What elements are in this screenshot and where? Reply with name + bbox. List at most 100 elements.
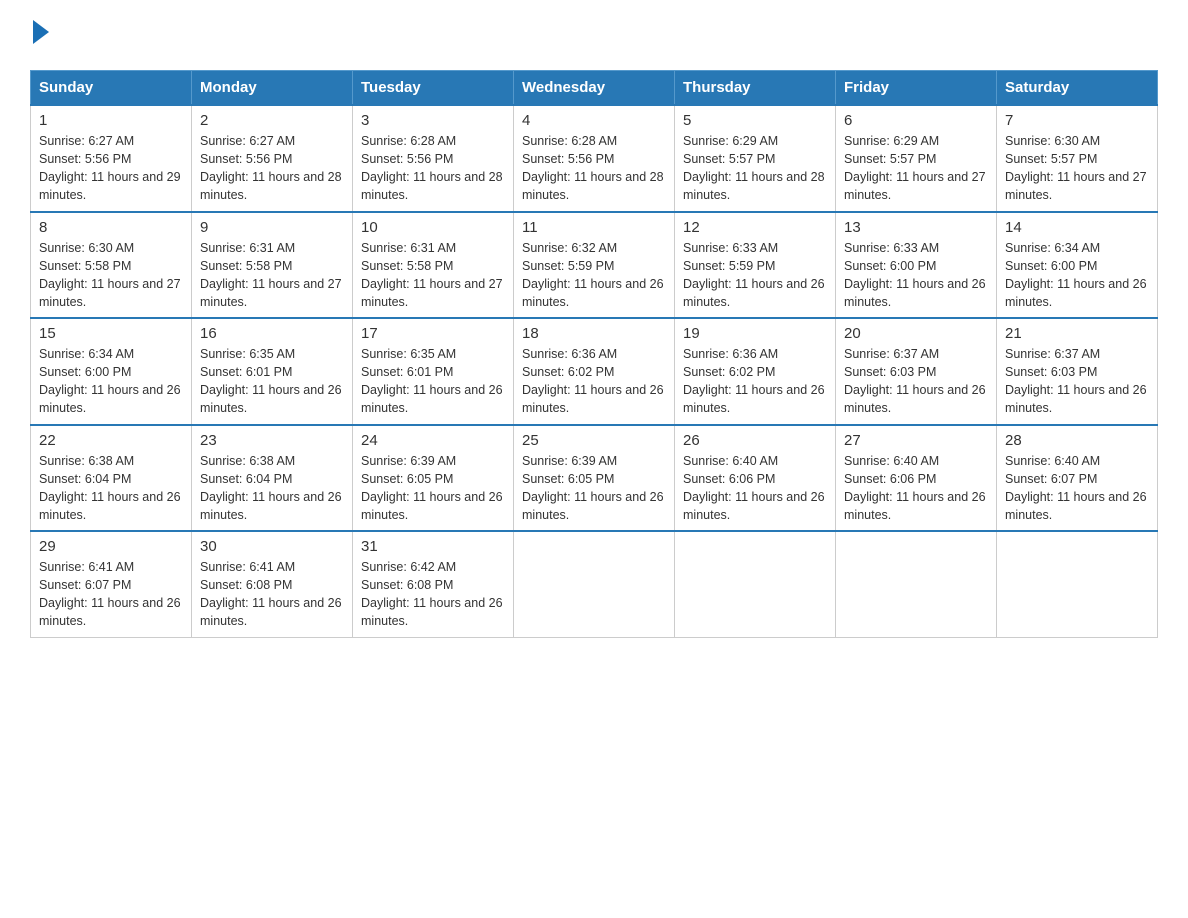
- day-number: 16: [200, 325, 344, 342]
- day-info: Sunrise: 6:39 AM Sunset: 6:05 PM Dayligh…: [361, 452, 505, 525]
- daylight-label: Daylight: 11 hours and 27 minutes.: [200, 277, 342, 309]
- day-header-monday: Monday: [192, 71, 353, 106]
- sunset-label: Sunset: 5:57 PM: [1005, 152, 1097, 166]
- sunrise-label: Sunrise: 6:30 AM: [39, 241, 134, 255]
- daylight-label: Daylight: 11 hours and 26 minutes.: [361, 596, 503, 628]
- sunrise-label: Sunrise: 6:31 AM: [200, 241, 295, 255]
- calendar-cell: 8 Sunrise: 6:30 AM Sunset: 5:58 PM Dayli…: [31, 212, 192, 319]
- sunrise-label: Sunrise: 6:28 AM: [522, 134, 617, 148]
- day-number: 30: [200, 538, 344, 555]
- sunrise-label: Sunrise: 6:41 AM: [200, 560, 295, 574]
- day-info: Sunrise: 6:30 AM Sunset: 5:57 PM Dayligh…: [1005, 132, 1149, 205]
- day-info: Sunrise: 6:27 AM Sunset: 5:56 PM Dayligh…: [39, 132, 183, 205]
- daylight-label: Daylight: 11 hours and 26 minutes.: [1005, 383, 1147, 415]
- day-info: Sunrise: 6:30 AM Sunset: 5:58 PM Dayligh…: [39, 239, 183, 312]
- day-number: 27: [844, 432, 988, 449]
- daylight-label: Daylight: 11 hours and 27 minutes.: [844, 170, 986, 202]
- sunrise-label: Sunrise: 6:36 AM: [683, 347, 778, 361]
- day-info: Sunrise: 6:33 AM Sunset: 5:59 PM Dayligh…: [683, 239, 827, 312]
- day-header-sunday: Sunday: [31, 71, 192, 106]
- day-info: Sunrise: 6:40 AM Sunset: 6:06 PM Dayligh…: [844, 452, 988, 525]
- daylight-label: Daylight: 11 hours and 26 minutes.: [844, 277, 986, 309]
- calendar-cell: 4 Sunrise: 6:28 AM Sunset: 5:56 PM Dayli…: [514, 105, 675, 212]
- day-number: 25: [522, 432, 666, 449]
- day-info: Sunrise: 6:28 AM Sunset: 5:56 PM Dayligh…: [361, 132, 505, 205]
- logo-arrow-icon: [33, 20, 49, 44]
- calendar-cell: 17 Sunrise: 6:35 AM Sunset: 6:01 PM Dayl…: [353, 318, 514, 425]
- sunset-label: Sunset: 5:57 PM: [844, 152, 936, 166]
- day-number: 5: [683, 112, 827, 129]
- daylight-label: Daylight: 11 hours and 26 minutes.: [1005, 277, 1147, 309]
- sunrise-label: Sunrise: 6:29 AM: [683, 134, 778, 148]
- day-info: Sunrise: 6:38 AM Sunset: 6:04 PM Dayligh…: [39, 452, 183, 525]
- calendar-cell: 20 Sunrise: 6:37 AM Sunset: 6:03 PM Dayl…: [836, 318, 997, 425]
- daylight-label: Daylight: 11 hours and 28 minutes.: [361, 170, 503, 202]
- day-info: Sunrise: 6:40 AM Sunset: 6:07 PM Dayligh…: [1005, 452, 1149, 525]
- calendar-cell: 21 Sunrise: 6:37 AM Sunset: 6:03 PM Dayl…: [997, 318, 1158, 425]
- sunset-label: Sunset: 6:04 PM: [39, 472, 131, 486]
- day-info: Sunrise: 6:31 AM Sunset: 5:58 PM Dayligh…: [361, 239, 505, 312]
- calendar-week-row: 15 Sunrise: 6:34 AM Sunset: 6:00 PM Dayl…: [31, 318, 1158, 425]
- calendar-week-row: 8 Sunrise: 6:30 AM Sunset: 5:58 PM Dayli…: [31, 212, 1158, 319]
- sunset-label: Sunset: 5:58 PM: [361, 259, 453, 273]
- daylight-label: Daylight: 11 hours and 27 minutes.: [39, 277, 181, 309]
- sunrise-label: Sunrise: 6:40 AM: [844, 454, 939, 468]
- sunset-label: Sunset: 5:59 PM: [683, 259, 775, 273]
- daylight-label: Daylight: 11 hours and 26 minutes.: [39, 596, 181, 628]
- daylight-label: Daylight: 11 hours and 26 minutes.: [361, 490, 503, 522]
- day-number: 6: [844, 112, 988, 129]
- daylight-label: Daylight: 11 hours and 26 minutes.: [522, 490, 664, 522]
- day-number: 14: [1005, 219, 1149, 236]
- sunset-label: Sunset: 6:01 PM: [200, 365, 292, 379]
- day-number: 20: [844, 325, 988, 342]
- calendar-cell: 15 Sunrise: 6:34 AM Sunset: 6:00 PM Dayl…: [31, 318, 192, 425]
- sunrise-label: Sunrise: 6:32 AM: [522, 241, 617, 255]
- day-number: 10: [361, 219, 505, 236]
- calendar-cell: 13 Sunrise: 6:33 AM Sunset: 6:00 PM Dayl…: [836, 212, 997, 319]
- sunset-label: Sunset: 6:04 PM: [200, 472, 292, 486]
- calendar-cell: 1 Sunrise: 6:27 AM Sunset: 5:56 PM Dayli…: [31, 105, 192, 212]
- sunset-label: Sunset: 5:57 PM: [683, 152, 775, 166]
- day-number: 31: [361, 538, 505, 555]
- day-number: 21: [1005, 325, 1149, 342]
- day-number: 19: [683, 325, 827, 342]
- day-info: Sunrise: 6:27 AM Sunset: 5:56 PM Dayligh…: [200, 132, 344, 205]
- day-header-friday: Friday: [836, 71, 997, 106]
- day-info: Sunrise: 6:42 AM Sunset: 6:08 PM Dayligh…: [361, 558, 505, 631]
- calendar-cell: 26 Sunrise: 6:40 AM Sunset: 6:06 PM Dayl…: [675, 425, 836, 532]
- calendar-cell: 24 Sunrise: 6:39 AM Sunset: 6:05 PM Dayl…: [353, 425, 514, 532]
- sunset-label: Sunset: 6:02 PM: [683, 365, 775, 379]
- day-number: 11: [522, 219, 666, 236]
- daylight-label: Daylight: 11 hours and 26 minutes.: [683, 490, 825, 522]
- day-number: 7: [1005, 112, 1149, 129]
- calendar-table: SundayMondayTuesdayWednesdayThursdayFrid…: [30, 70, 1158, 638]
- sunset-label: Sunset: 6:06 PM: [683, 472, 775, 486]
- sunrise-label: Sunrise: 6:33 AM: [683, 241, 778, 255]
- calendar-week-row: 1 Sunrise: 6:27 AM Sunset: 5:56 PM Dayli…: [31, 105, 1158, 212]
- calendar-cell: 23 Sunrise: 6:38 AM Sunset: 6:04 PM Dayl…: [192, 425, 353, 532]
- day-header-saturday: Saturday: [997, 71, 1158, 106]
- logo: [30, 20, 49, 50]
- calendar-cell: 14 Sunrise: 6:34 AM Sunset: 6:00 PM Dayl…: [997, 212, 1158, 319]
- daylight-label: Daylight: 11 hours and 26 minutes.: [683, 383, 825, 415]
- day-info: Sunrise: 6:33 AM Sunset: 6:00 PM Dayligh…: [844, 239, 988, 312]
- calendar-cell: [836, 531, 997, 637]
- sunset-label: Sunset: 5:56 PM: [361, 152, 453, 166]
- calendar-cell: 28 Sunrise: 6:40 AM Sunset: 6:07 PM Dayl…: [997, 425, 1158, 532]
- sunrise-label: Sunrise: 6:34 AM: [39, 347, 134, 361]
- day-info: Sunrise: 6:41 AM Sunset: 6:08 PM Dayligh…: [200, 558, 344, 631]
- day-number: 28: [1005, 432, 1149, 449]
- sunset-label: Sunset: 6:06 PM: [844, 472, 936, 486]
- sunrise-label: Sunrise: 6:39 AM: [522, 454, 617, 468]
- daylight-label: Daylight: 11 hours and 27 minutes.: [1005, 170, 1147, 202]
- sunset-label: Sunset: 6:01 PM: [361, 365, 453, 379]
- daylight-label: Daylight: 11 hours and 26 minutes.: [1005, 490, 1147, 522]
- daylight-label: Daylight: 11 hours and 26 minutes.: [683, 277, 825, 309]
- day-number: 1: [39, 112, 183, 129]
- sunrise-label: Sunrise: 6:37 AM: [844, 347, 939, 361]
- day-info: Sunrise: 6:28 AM Sunset: 5:56 PM Dayligh…: [522, 132, 666, 205]
- calendar-cell: 2 Sunrise: 6:27 AM Sunset: 5:56 PM Dayli…: [192, 105, 353, 212]
- sunset-label: Sunset: 6:00 PM: [39, 365, 131, 379]
- daylight-label: Daylight: 11 hours and 27 minutes.: [361, 277, 503, 309]
- daylight-label: Daylight: 11 hours and 26 minutes.: [522, 277, 664, 309]
